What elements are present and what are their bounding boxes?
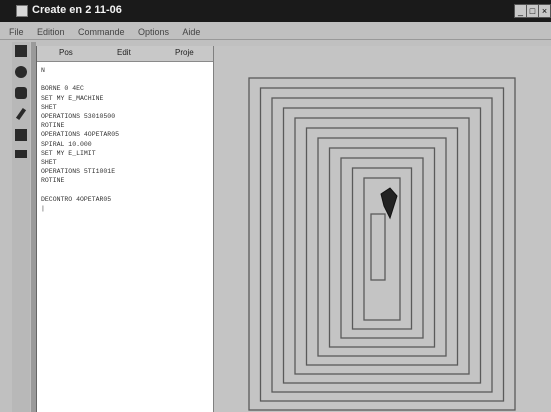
circle-icon[interactable]: [15, 66, 27, 78]
tool-palette: [12, 42, 30, 412]
code-line: SPIRAL 10.000: [41, 140, 92, 148]
code-line: SHET: [41, 159, 57, 167]
code-line: OPERATIONS 5TI1001E: [41, 168, 116, 176]
spiral-ring: [294, 117, 470, 375]
pencil-icon[interactable]: [15, 107, 27, 121]
code-line: OPERATIONS 4OPETAR05: [41, 131, 120, 139]
code-line: |: [41, 205, 45, 213]
menu-commande[interactable]: Commande: [78, 24, 125, 41]
menu-options[interactable]: Options: [138, 24, 169, 41]
close-button[interactable]: ×: [538, 4, 551, 18]
code-line: OPERATIONS 53010500: [41, 113, 116, 121]
title-bar: Create en 2 11-06 _ □ ×: [0, 0, 551, 22]
spiral-ring: [282, 107, 482, 384]
tab-pos[interactable]: Pos: [59, 48, 73, 57]
spiral-ring: [340, 157, 424, 339]
program-panel: Pos Edit Proje N BORNE 0 4EC SET MY E_MAC…: [36, 46, 215, 412]
menu-edition[interactable]: Edition: [37, 24, 65, 41]
code-editor[interactable]: N BORNE 0 4EC SET MY E_MACHINE SHET OPERATI…: [41, 66, 209, 213]
drawing-canvas[interactable]: [214, 46, 551, 412]
code-line: SET MY E_MACHINE: [41, 94, 104, 102]
code-line: ROTINE: [41, 122, 65, 130]
code-line: ROTINE: [41, 177, 65, 185]
tab-edit[interactable]: Edit: [117, 48, 131, 57]
tab-proje[interactable]: Proje: [175, 48, 194, 57]
spiral-ring: [317, 137, 447, 357]
grid-icon[interactable]: [15, 129, 27, 141]
save-icon[interactable]: [15, 45, 27, 57]
window-title: Create en 2 11-06: [32, 4, 122, 16]
code-line: DECONTRO 4OPETAR05: [41, 195, 112, 203]
sign-icon[interactable]: [15, 150, 27, 158]
panel-tabs: Pos Edit Proje: [37, 46, 213, 62]
menu-bar: File Edition Commande Options Aide: [0, 22, 551, 40]
gear-icon[interactable]: [15, 87, 27, 99]
spiral-ring: [259, 87, 505, 402]
app-icon[interactable]: [16, 5, 28, 17]
spiral-ring: [271, 97, 493, 393]
code-line: BORNE 0 4EC: [41, 85, 84, 93]
code-line: N: [41, 67, 45, 74]
code-line: SHET: [41, 103, 57, 111]
spiral-toolpath: [248, 77, 516, 411]
menu-file[interactable]: File: [9, 24, 24, 41]
code-line: SET MY E_LIMIT: [41, 149, 96, 157]
spiral-ring: [351, 167, 413, 330]
menu-aide[interactable]: Aide: [182, 24, 200, 41]
spiral-center: [370, 213, 386, 281]
